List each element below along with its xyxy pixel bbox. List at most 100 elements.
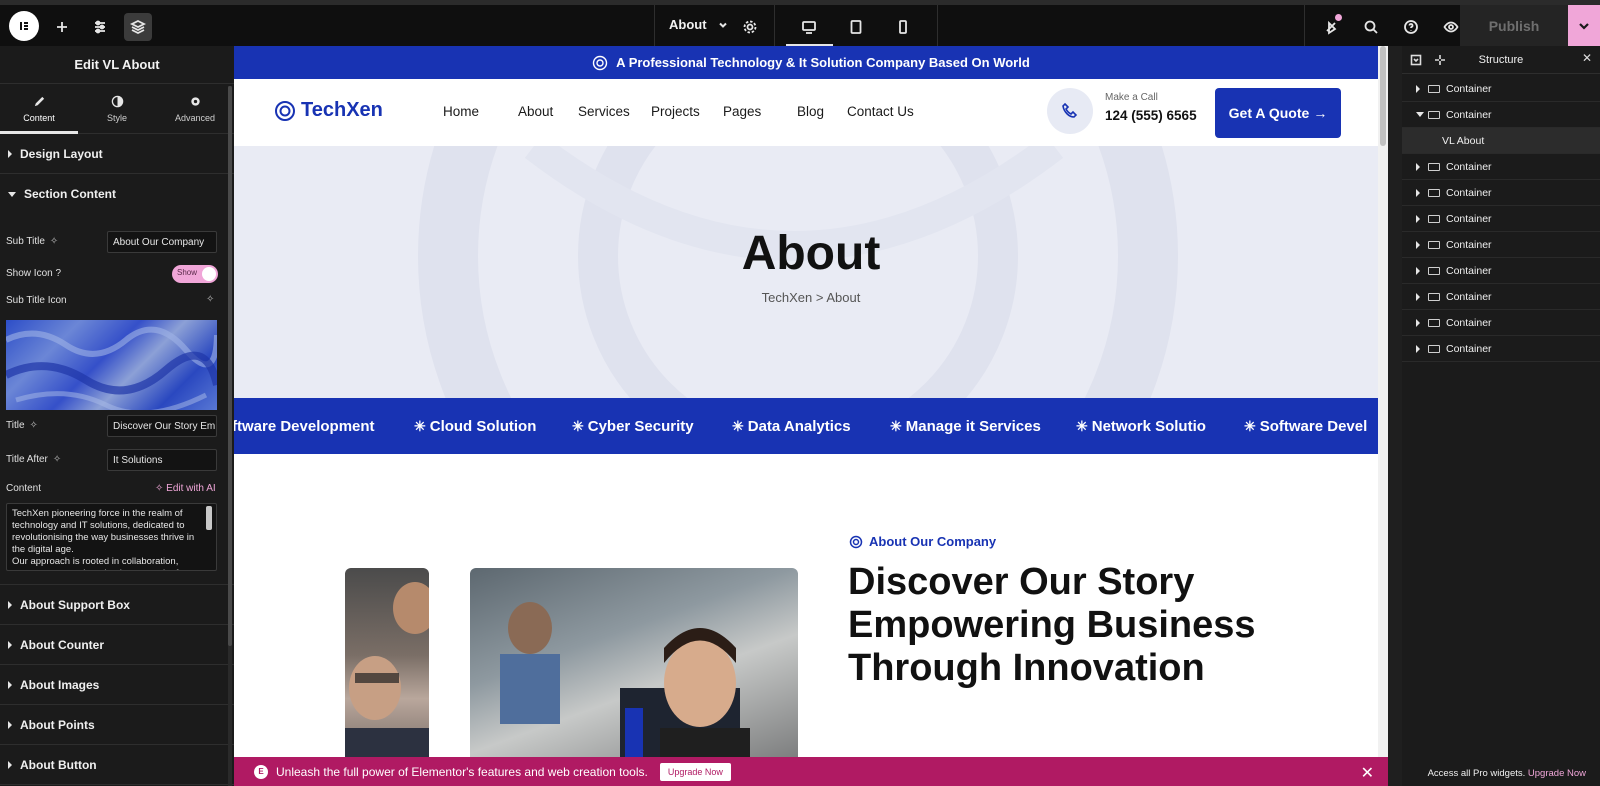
canvas-scrollbar[interactable] bbox=[1378, 46, 1388, 786]
edit-with-ai-link[interactable]: ✧ Edit with AI bbox=[155, 483, 216, 494]
structure-item-vl-about[interactable]: VL About bbox=[1402, 128, 1600, 154]
ai-sparkle-icon[interactable]: ✧ bbox=[50, 236, 58, 247]
section-section-content[interactable]: Section Content bbox=[0, 174, 234, 214]
title-after-input[interactable]: It Solutions bbox=[107, 449, 217, 471]
logo-text: TechXen bbox=[301, 99, 383, 121]
sub-title-icon-preview[interactable] bbox=[6, 320, 217, 410]
desktop-icon[interactable] bbox=[795, 13, 823, 41]
section-about-button[interactable]: About Button bbox=[0, 745, 234, 785]
mobile-icon[interactable] bbox=[889, 13, 917, 41]
item-label: Container bbox=[1446, 82, 1492, 95]
star-burst-icon: ✳ bbox=[890, 418, 902, 434]
nav-about[interactable]: About bbox=[518, 104, 553, 119]
star-burst-icon: ✳ bbox=[572, 418, 584, 434]
caret-right-icon bbox=[8, 600, 12, 609]
section-about-counter[interactable]: About Counter bbox=[0, 625, 234, 665]
caret-right-icon bbox=[8, 760, 12, 769]
section-about-points[interactable]: About Points bbox=[0, 705, 234, 745]
ai-sparkle-icon[interactable]: ✧ bbox=[30, 420, 38, 431]
widget-settings-panel: Edit VL About Content Style Advanced Des… bbox=[0, 46, 234, 786]
add-icon[interactable] bbox=[48, 13, 76, 41]
caret-right-icon[interactable] bbox=[1416, 188, 1420, 197]
structure-footer: Access all Pro widgets. Upgrade Now bbox=[1402, 768, 1600, 786]
structure-item[interactable]: Container bbox=[1402, 154, 1600, 180]
content-textarea[interactable]: TechXen pioneering force in the realm of… bbox=[6, 503, 217, 571]
caret-right-icon[interactable] bbox=[1416, 84, 1420, 93]
page-selector[interactable]: About bbox=[669, 17, 729, 32]
close-icon[interactable]: ✕ bbox=[1361, 763, 1374, 783]
caret-right-icon[interactable] bbox=[1416, 318, 1420, 327]
brand-swirl-icon bbox=[275, 100, 295, 121]
structure-item[interactable]: Container bbox=[1402, 336, 1600, 362]
page-name: About bbox=[669, 17, 707, 32]
upgrade-now-button[interactable]: Upgrade Now bbox=[659, 762, 731, 781]
help-icon[interactable] bbox=[1397, 13, 1425, 41]
tab-advanced[interactable]: Advanced bbox=[156, 84, 234, 133]
nav-pages[interactable]: Pages bbox=[723, 104, 761, 119]
nav-home[interactable]: Home bbox=[443, 104, 479, 119]
search-icon[interactable] bbox=[1357, 13, 1385, 41]
section-label: About Images bbox=[20, 677, 100, 692]
structure-item[interactable]: Container bbox=[1402, 284, 1600, 310]
structure-item[interactable]: Container bbox=[1402, 76, 1600, 102]
structure-icon[interactable] bbox=[124, 13, 152, 41]
tab-content[interactable]: Content bbox=[0, 84, 78, 134]
textarea-scrollbar[interactable] bbox=[206, 506, 212, 530]
section-label: About Button bbox=[20, 757, 97, 772]
structure-item[interactable]: Container bbox=[1402, 310, 1600, 336]
show-icon-toggle[interactable]: Show bbox=[172, 265, 218, 283]
tablet-icon[interactable] bbox=[842, 13, 870, 41]
nav-services[interactable]: Services bbox=[578, 104, 630, 119]
settings-sliders-icon[interactable] bbox=[86, 13, 114, 41]
panel-scrollbar[interactable] bbox=[228, 86, 232, 786]
nav-projects[interactable]: Projects bbox=[651, 104, 700, 119]
marquee-label: ftware Development bbox=[234, 418, 375, 435]
edit-ai-label: Edit with AI bbox=[166, 483, 216, 494]
structure-item[interactable]: Container bbox=[1402, 258, 1600, 284]
item-label: Container bbox=[1446, 316, 1492, 329]
structure-item[interactable]: Container bbox=[1402, 102, 1600, 128]
caret-right-icon[interactable] bbox=[1416, 162, 1420, 171]
caret-right-icon[interactable] bbox=[1416, 266, 1420, 275]
section-design-layout[interactable]: Design Layout bbox=[0, 134, 234, 174]
marquee-label: Manage it Services bbox=[905, 418, 1041, 435]
container-icon bbox=[1428, 240, 1440, 249]
nav-blog[interactable]: Blog bbox=[797, 104, 824, 119]
phone-icon[interactable] bbox=[1047, 88, 1093, 134]
caret-right-icon[interactable] bbox=[1416, 214, 1420, 223]
structure-item[interactable]: Container bbox=[1402, 232, 1600, 258]
section-about-images[interactable]: About Images bbox=[0, 665, 234, 705]
structure-item[interactable]: Container bbox=[1402, 180, 1600, 206]
item-label: Container bbox=[1446, 342, 1492, 355]
caret-down-icon[interactable] bbox=[1416, 112, 1424, 117]
tab-label: Content bbox=[23, 112, 55, 123]
nav-contact-us[interactable]: Contact Us bbox=[847, 104, 914, 119]
about-image-large[interactable] bbox=[470, 568, 798, 786]
caret-right-icon[interactable] bbox=[1416, 240, 1420, 249]
ai-sparkle-icon[interactable]: ✧ bbox=[53, 454, 61, 465]
publish-options-button[interactable] bbox=[1568, 5, 1600, 46]
upgrade-now-link[interactable]: Upgrade Now bbox=[1528, 768, 1586, 779]
container-icon bbox=[1428, 292, 1440, 301]
gear-icon[interactable] bbox=[736, 13, 764, 41]
caret-right-icon[interactable] bbox=[1416, 344, 1420, 353]
structure-item[interactable]: Container bbox=[1402, 206, 1600, 232]
chevron-down-icon bbox=[718, 22, 727, 28]
section-about-support-box[interactable]: About Support Box bbox=[0, 585, 234, 625]
caret-right-icon[interactable] bbox=[1416, 292, 1420, 301]
elementor-logo-icon[interactable] bbox=[9, 11, 39, 41]
title-input[interactable]: Discover Our Story Em bbox=[107, 415, 217, 437]
ai-sparkle-icon[interactable]: ✧ bbox=[206, 294, 214, 305]
editor-topbar: About Publish bbox=[0, 0, 1600, 46]
site-logo[interactable]: TechXen bbox=[274, 99, 383, 122]
call-number[interactable]: 124 (555) 6565 bbox=[1105, 108, 1197, 123]
section-label: About Support Box bbox=[20, 597, 130, 612]
close-icon[interactable]: ✕ bbox=[1582, 51, 1592, 65]
sub-title-input[interactable]: About Our Company bbox=[107, 231, 217, 253]
tab-style[interactable]: Style bbox=[78, 84, 156, 133]
quote-button-label: Get A Quote bbox=[1228, 105, 1310, 121]
about-image-small[interactable] bbox=[345, 568, 429, 786]
publish-button[interactable]: Publish bbox=[1460, 5, 1568, 46]
sub-title-icon-label: Sub Title Icon bbox=[6, 295, 67, 306]
get-quote-button[interactable]: Get A Quote → bbox=[1215, 88, 1341, 138]
